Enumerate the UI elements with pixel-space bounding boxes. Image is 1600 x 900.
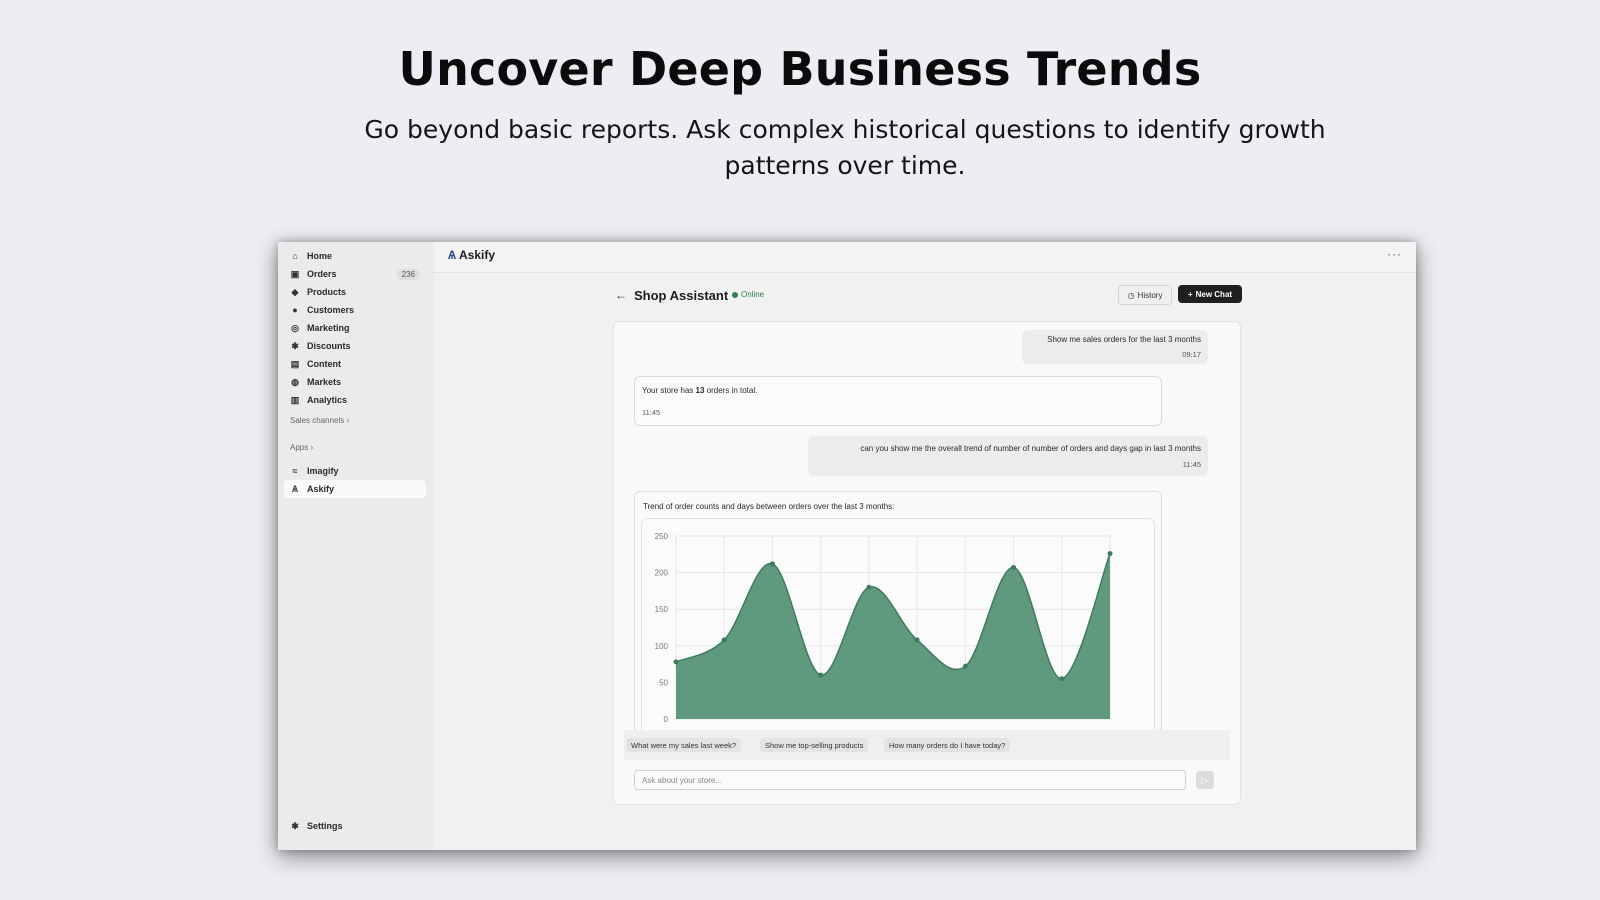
sidebar-item-label: Markets — [307, 377, 342, 387]
send-icon[interactable]: ▷ — [1196, 771, 1214, 789]
sidebar-item-label: Marketing — [307, 323, 350, 333]
sidebar-item-label: Content — [307, 359, 341, 369]
chat-title: Shop Assistant — [634, 288, 729, 303]
sidebar-item-discounts[interactable]: ✱ Discounts — [284, 337, 426, 355]
data-point[interactable] — [1107, 551, 1113, 557]
bar-chart-icon: ▥ — [290, 394, 300, 405]
globe-icon: ◍ — [291, 376, 299, 387]
content-icon: ▤ — [290, 358, 300, 369]
online-dot-icon — [732, 291, 738, 298]
data-point[interactable] — [673, 659, 679, 665]
sidebar-app-imagify[interactable]: ≈ Imagify — [284, 462, 426, 480]
askify-logo-icon: Ѧ — [448, 248, 457, 262]
tag-icon: ◆ — [291, 286, 299, 297]
imagify-icon: ≈ — [292, 466, 298, 476]
area-series — [676, 553, 1110, 719]
chat-input[interactable]: Ask about your store... — [634, 770, 1186, 790]
discount-icon: ✱ — [291, 340, 299, 351]
sidebar-item-products[interactable]: ◆ Products — [284, 283, 426, 301]
sidebar-item-label: Home — [307, 251, 333, 261]
brand-name: Askify — [459, 248, 496, 262]
sidebar-item-label: Orders — [307, 269, 337, 279]
chart-container: 0 50 100 150 200 250 — [641, 518, 1155, 732]
y-tick-label: 250 — [655, 532, 669, 541]
chat-panel: Show me sales orders for the last 3 mont… — [613, 321, 1241, 805]
target-icon: ◎ — [291, 322, 299, 333]
sidebar-item-settings[interactable]: ✱ Settings — [284, 817, 426, 835]
apps-label[interactable]: Apps › — [290, 443, 313, 452]
sidebar-item-label: Settings — [307, 821, 343, 831]
y-tick-label: 150 — [655, 605, 669, 614]
sidebar-item-content[interactable]: ▤ Content — [284, 355, 426, 373]
sidebar-item-label: Customers — [307, 305, 355, 315]
data-point[interactable] — [721, 637, 727, 643]
suggestion-chip[interactable]: What were my sales last week? — [626, 738, 742, 752]
sidebar-item-customers[interactable]: ● Customers — [284, 301, 426, 319]
suggestions-bar: What were my sales last week? Show me to… — [624, 730, 1230, 760]
sidebar: ⌂ Home ▣ Orders 236 ◆ Products ● Customers ◎ Marke… — [278, 242, 434, 850]
gear-icon: ✱ — [291, 820, 299, 831]
sales-channels-label[interactable]: Sales channels › — [290, 416, 349, 425]
sidebar-item-label: Discounts — [307, 341, 351, 351]
data-point[interactable] — [962, 663, 968, 669]
hero-subtitle: Go beyond basic reports. Ask complex his… — [364, 115, 1326, 180]
y-tick-label: 50 — [659, 678, 668, 687]
data-point[interactable] — [818, 672, 824, 678]
person-icon: ● — [292, 305, 298, 315]
sidebar-item-label: Askify — [307, 484, 335, 494]
askify-icon: Ѧ — [291, 484, 298, 494]
status-badge: Online — [732, 290, 764, 299]
sidebar-item-label: Products — [307, 287, 347, 297]
clock-icon: ◷ — [1127, 290, 1135, 300]
sidebar-item-label: Analytics — [307, 395, 348, 405]
sidebar-app-askify[interactable]: Ѧ Askify — [284, 480, 426, 498]
suggestion-chip[interactable]: Show me top-selling products — [760, 738, 869, 752]
y-tick-label: 0 — [664, 715, 669, 724]
user-message: Show me sales orders for the last 3 mont… — [1022, 330, 1208, 364]
data-point[interactable] — [1011, 564, 1017, 570]
history-button[interactable]: ◷ History — [1118, 285, 1172, 305]
data-point[interactable] — [866, 584, 872, 590]
hero-title: Uncover Deep Business Trends — [398, 42, 1202, 96]
sidebar-item-marketing[interactable]: ◎ Marketing — [284, 319, 426, 337]
area-chart: 0 50 100 150 200 250 — [655, 532, 1113, 724]
suggestion-chip[interactable]: How many orders do I have today? — [884, 738, 1011, 752]
assistant-message: Your store has 13 orders in total. 11:45 — [634, 376, 1162, 426]
home-icon: ⌂ — [292, 251, 298, 261]
sidebar-item-label: Imagify — [307, 466, 339, 476]
data-point[interactable] — [769, 561, 775, 567]
y-tick-label: 100 — [655, 642, 669, 651]
top-bar: Ѧ Askify ··· — [434, 242, 1416, 273]
sidebar-item-home[interactable]: ⌂ Home — [284, 247, 426, 265]
orders-icon: ▣ — [290, 268, 300, 279]
back-arrow-icon[interactable]: ← — [615, 288, 627, 302]
sidebar-item-analytics[interactable]: ▥ Analytics — [284, 391, 426, 409]
chart-caption: Trend of order counts and days between o… — [643, 502, 895, 511]
orders-count-badge: 236 — [396, 268, 420, 280]
brand: Ѧ Askify — [448, 248, 495, 262]
plus-icon: + — [1187, 289, 1193, 299]
data-point[interactable] — [1059, 676, 1065, 682]
more-menu-icon[interactable]: ··· — [1387, 247, 1402, 261]
new-chat-button[interactable]: + New Chat — [1178, 285, 1242, 303]
sidebar-item-orders[interactable]: ▣ Orders 236 — [284, 265, 426, 283]
chart-message: Trend of order counts and days between o… — [634, 491, 1162, 733]
app-screenshot: ⌂ Home ▣ Orders 236 ◆ Products ● Customers ◎ Marke… — [278, 242, 1416, 850]
data-point[interactable] — [914, 637, 920, 643]
user-message: can you show me the overall trend of num… — [808, 436, 1208, 476]
y-tick-label: 200 — [655, 569, 669, 578]
sidebar-item-markets[interactable]: ◍ Markets — [284, 373, 426, 391]
